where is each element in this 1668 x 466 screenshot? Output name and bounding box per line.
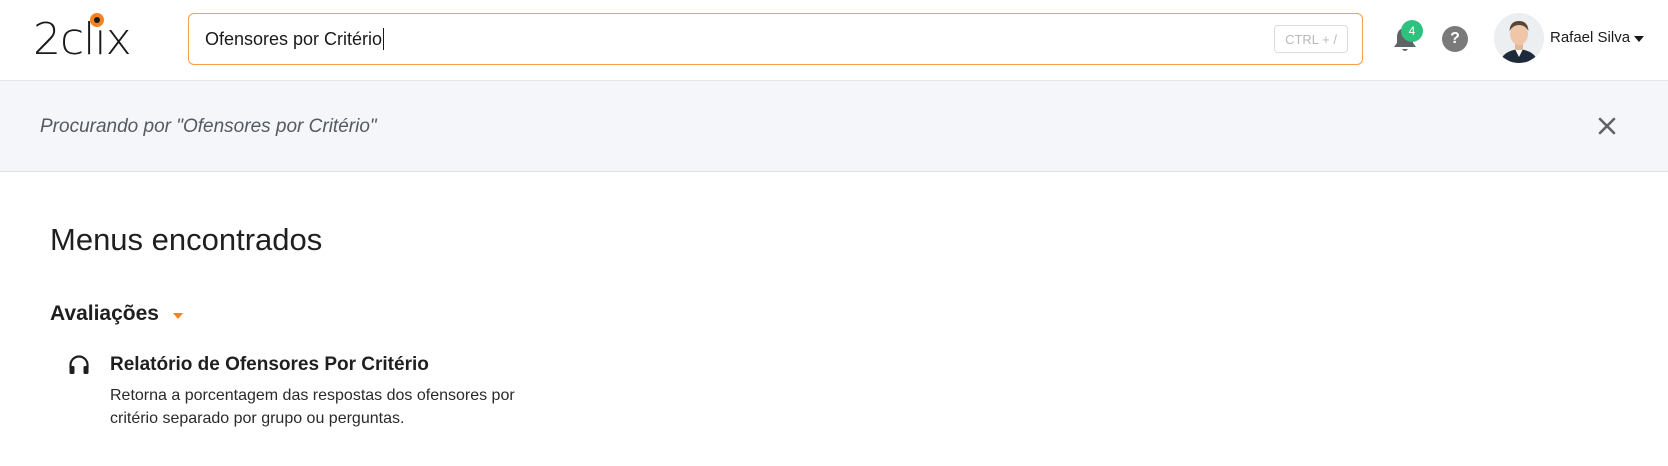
close-icon [1598, 117, 1616, 135]
search-value: Ofensores por Critério [205, 29, 383, 49]
user-avatar-image [1494, 13, 1544, 63]
help-button[interactable]: ? [1442, 26, 1468, 52]
user-name[interactable]: Rafael Silva [1550, 28, 1630, 48]
top-bar: 2clix Ofensores por Critério CTRL + / 4 … [0, 0, 1668, 81]
global-search[interactable]: Ofensores por Critério CTRL + / [188, 13, 1363, 65]
search-banner: Procurando por "Ofensores por Critério" [0, 81, 1668, 172]
search-input[interactable]: Ofensores por Critério [205, 28, 385, 50]
chevron-down-icon [173, 312, 184, 319]
logo-text: 2clix [33, 14, 132, 65]
group-title: Avaliações [50, 302, 159, 325]
logo-dot [90, 13, 104, 27]
headphones-icon [68, 354, 90, 376]
user-menu-caret-icon[interactable] [1634, 36, 1644, 42]
result-description: Retorna a porcentagem das respostas dos … [110, 387, 515, 427]
shortcut-hint: CTRL + / [1274, 25, 1348, 53]
results-title: Menus encontrados [50, 222, 323, 257]
avatar[interactable] [1494, 13, 1544, 63]
close-search-button[interactable] [1596, 115, 1618, 137]
group-header-avaliacoes[interactable]: Avaliações [50, 301, 184, 329]
notification-count-badge: 4 [1401, 20, 1423, 42]
result-title[interactable]: Relatório de Ofensores Por Critério [110, 352, 429, 378]
result-item[interactable]: Relatório de Ofensores Por Critério Reto… [66, 352, 526, 432]
search-query-text: Procurando por "Ofensores por Critério" [40, 116, 377, 137]
text-caret [383, 28, 385, 50]
logo[interactable]: 2clix [33, 13, 133, 65]
